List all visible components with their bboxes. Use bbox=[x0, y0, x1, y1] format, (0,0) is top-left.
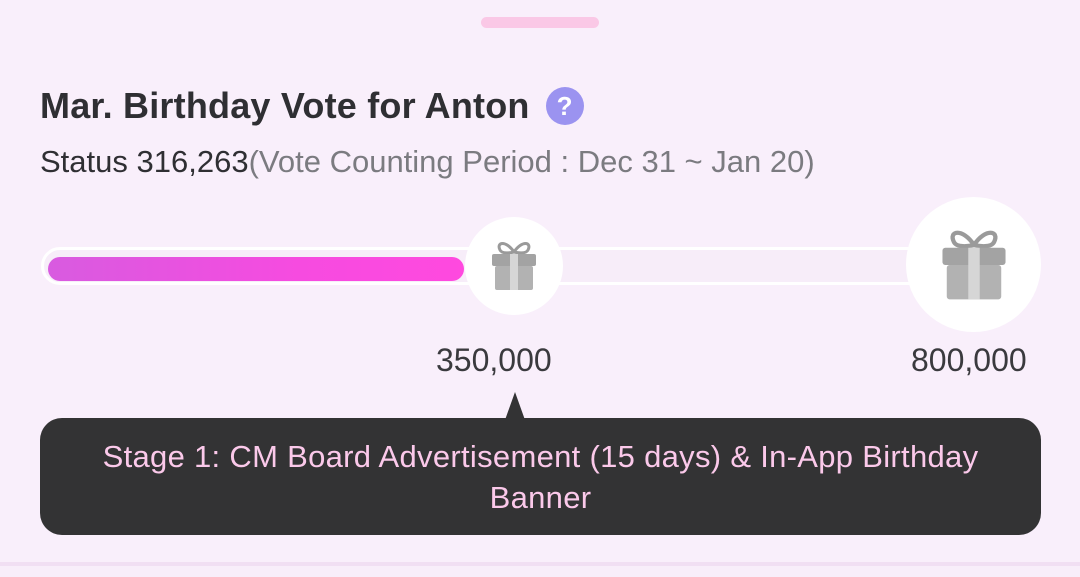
status-vote-count: 316,263 bbox=[136, 144, 249, 179]
status-label: Status bbox=[40, 144, 128, 179]
drag-handle[interactable] bbox=[481, 17, 599, 28]
status-row: Status 316,263(Vote Counting Period : De… bbox=[40, 144, 815, 180]
vote-sheet: Mar. Birthday Vote for Anton ? Status 31… bbox=[0, 0, 1080, 577]
gift-box-icon bbox=[484, 236, 544, 296]
vote-counting-period: (Vote Counting Period : Dec 31 ~ Jan 20) bbox=[248, 144, 815, 179]
milestone-2-label: 800,000 bbox=[911, 342, 1027, 378]
next-section-edge bbox=[0, 566, 1080, 577]
stage-reward-text: Stage 1: CM Board Advertisement (15 days… bbox=[102, 438, 979, 515]
vote-title: Mar. Birthday Vote for Anton bbox=[40, 85, 530, 126]
stage-reward-tooltip: Stage 1: CM Board Advertisement (15 days… bbox=[40, 418, 1041, 535]
milestone-2-badge[interactable] bbox=[906, 197, 1041, 332]
title-row: Mar. Birthday Vote for Anton ? bbox=[40, 82, 584, 130]
progress-fill bbox=[48, 257, 464, 281]
tooltip-pointer bbox=[505, 392, 525, 420]
question-mark-icon[interactable]: ? bbox=[545, 87, 584, 125]
gift-box-icon bbox=[931, 222, 1017, 308]
milestone-1-label: 350,000 bbox=[436, 342, 552, 378]
milestone-1-badge[interactable] bbox=[465, 217, 563, 315]
